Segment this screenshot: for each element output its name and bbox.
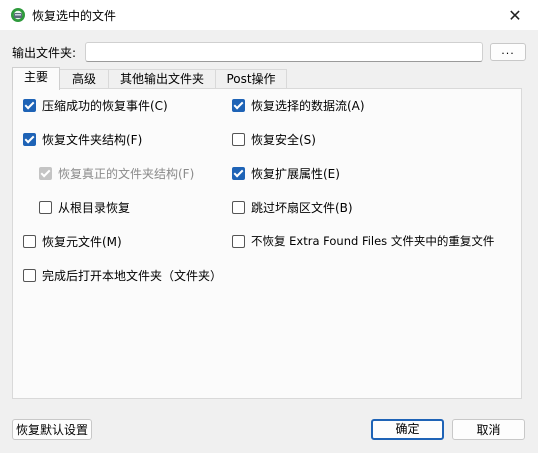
checkbox-unchecked[interactable] (232, 200, 245, 214)
option-compress-events[interactable]: 压缩成功的恢复事件(C) (23, 97, 168, 113)
checkbox-unchecked[interactable] (23, 268, 36, 282)
option-label: 恢复文件夹结构(F) (42, 132, 143, 147)
option-label: 压缩成功的恢复事件(C) (42, 98, 168, 113)
checkbox-checked[interactable] (23, 98, 36, 112)
checkbox-checked[interactable] (232, 166, 245, 180)
checkbox-unchecked[interactable] (232, 234, 245, 248)
checkbox-unchecked[interactable] (39, 200, 52, 214)
close-button[interactable]: ✕ (492, 0, 538, 30)
checkbox-checked[interactable] (232, 98, 245, 112)
tab-main[interactable]: 主要 (12, 67, 60, 90)
option-security[interactable]: 恢复安全(S) (232, 131, 316, 147)
option-label: 恢复元文件(M) (42, 234, 122, 249)
option-label: 恢复安全(S) (251, 132, 316, 147)
option-label: 从根目录恢复 (58, 200, 131, 215)
checkbox-unchecked[interactable] (23, 234, 36, 248)
option-label: 完成后打开本地文件夹（文件夹） (42, 268, 223, 283)
option-label: 恢复扩展属性(E) (251, 166, 340, 181)
restore-defaults-button[interactable]: 恢复默认设置 (12, 419, 92, 440)
option-label: 恢复选择的数据流(A) (251, 98, 365, 113)
option-skip-bad-sectors[interactable]: 跳过坏扇区文件(B) (232, 199, 353, 215)
output-folder-label: 输出文件夹: (12, 46, 77, 60)
option-meta-files[interactable]: 恢复元文件(M) (23, 233, 122, 249)
option-open-local-folder[interactable]: 完成后打开本地文件夹（文件夹） (23, 267, 222, 283)
app-icon (10, 7, 26, 23)
title-bar: 恢复选中的文件 ✕ (0, 0, 538, 30)
option-label: 恢复真正的文件夹结构(F) (58, 166, 195, 181)
tab-post-actions[interactable]: Post操作 (215, 69, 287, 89)
option-selected-streams[interactable]: 恢复选择的数据流(A) (232, 97, 365, 113)
option-folder-structure[interactable]: 恢复文件夹结构(F) (23, 131, 142, 147)
tab-advanced[interactable]: 高级 (59, 69, 109, 89)
option-label: 不恢复 Extra Found Files 文件夹中的重复文件 (251, 234, 495, 248)
checkbox-checked[interactable] (23, 132, 36, 146)
output-folder-input[interactable] (85, 42, 483, 62)
window-title: 恢复选中的文件 (32, 9, 117, 23)
option-label: 跳过坏扇区文件(B) (251, 200, 353, 215)
tab-other-output-folders[interactable]: 其他输出文件夹 (108, 69, 216, 89)
option-true-folder-structure: 恢复真正的文件夹结构(F) (39, 165, 194, 181)
cancel-button[interactable]: 取消 (452, 419, 525, 440)
close-icon: ✕ (508, 5, 522, 25)
option-from-root[interactable]: 从根目录恢复 (39, 199, 130, 215)
checkbox-disabled (39, 166, 52, 180)
checkbox-unchecked[interactable] (232, 132, 245, 146)
browse-button[interactable]: ... (490, 43, 526, 61)
option-no-extra-found-duplicates[interactable]: 不恢复 Extra Found Files 文件夹中的重复文件 (232, 233, 494, 249)
option-extended-attributes[interactable]: 恢复扩展属性(E) (232, 165, 340, 181)
ok-button[interactable]: 确定 (371, 419, 444, 440)
